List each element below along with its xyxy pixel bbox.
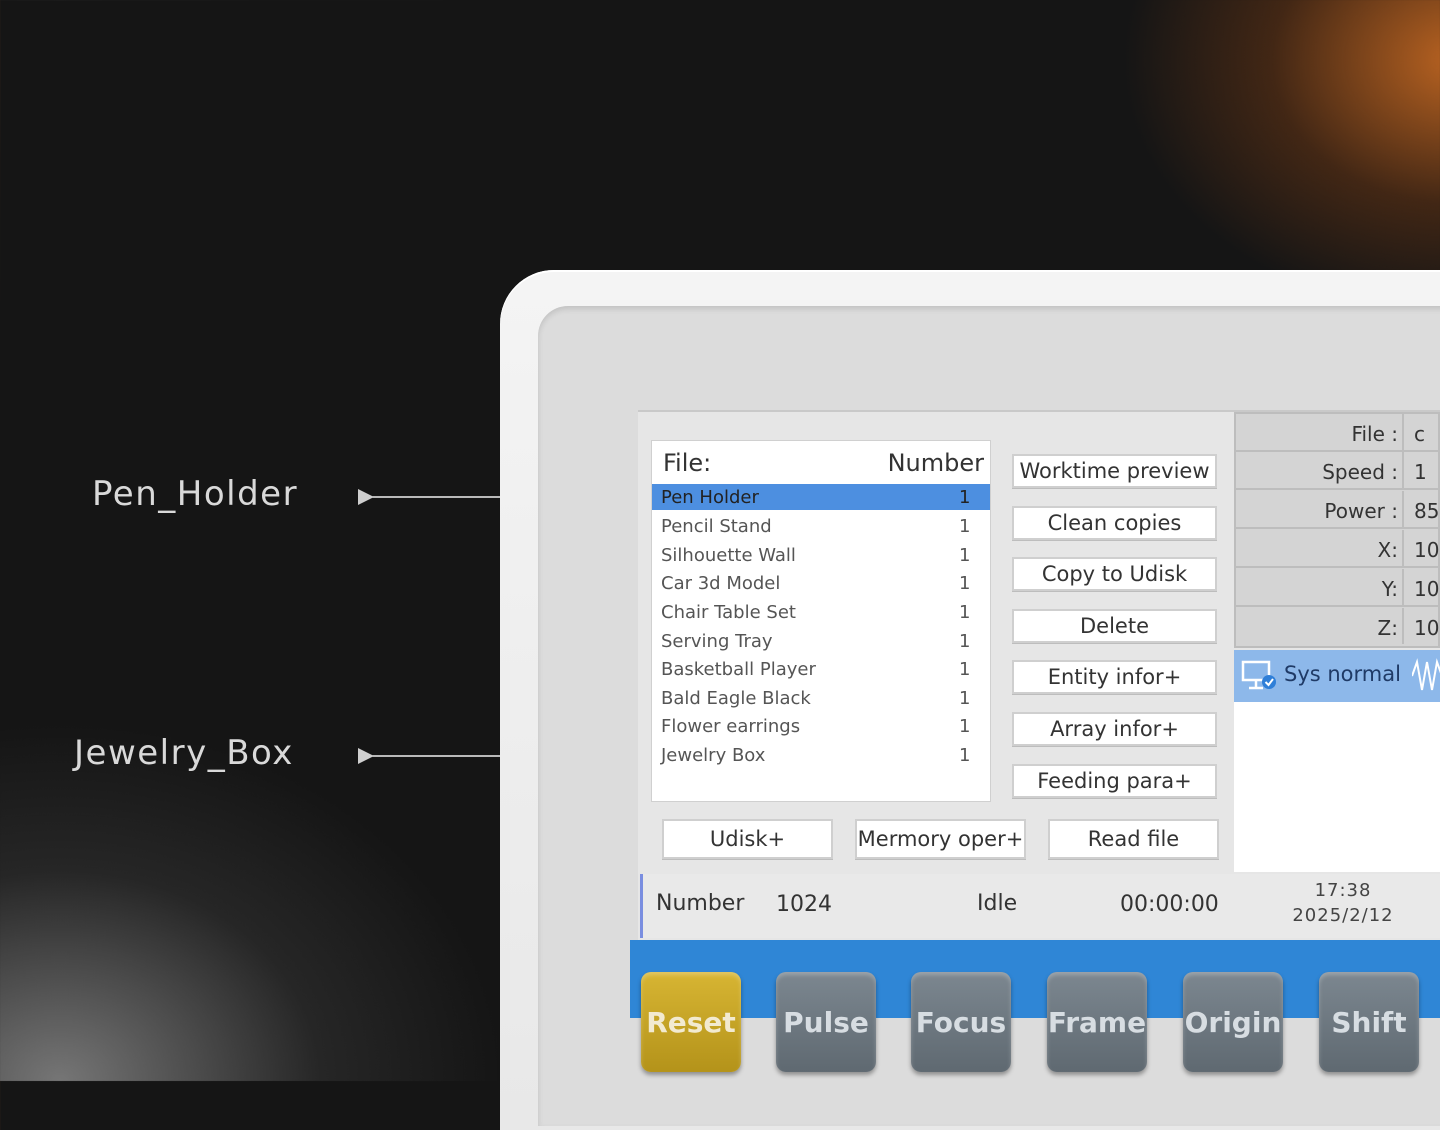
info-row-power: Power : 85 <box>1236 491 1440 529</box>
info-label: Y: <box>1381 577 1398 601</box>
file-count: 1 <box>959 659 971 680</box>
info-label: Power : <box>1324 499 1398 523</box>
udisk-button[interactable]: Udisk+ <box>662 819 833 859</box>
frame-key[interactable]: Frame <box>1047 972 1147 1072</box>
file-row[interactable]: Car 3d Model 1 <box>652 570 990 596</box>
status-number-label: Number <box>656 891 745 916</box>
status-timer: 00:00:00 <box>1120 892 1219 917</box>
key-label: Shift <box>1331 1006 1407 1039</box>
shift-key[interactable]: Shift <box>1319 972 1419 1072</box>
key-label: Reset <box>646 1006 736 1039</box>
copy-to-udisk-button[interactable]: Copy to Udisk <box>1012 557 1217 591</box>
file-list-header-file: File: <box>663 449 712 477</box>
file-row[interactable]: Pencil Stand 1 <box>652 513 990 539</box>
file-row-pen-holder[interactable]: Pen Holder 1 <box>652 484 990 510</box>
file-row-jewelry-box[interactable]: Jewelry Box 1 <box>652 742 990 768</box>
file-name: Silhouette Wall <box>661 545 796 566</box>
status-bar: Number 1024 Idle 00:00:00 17:38 2025/2/1… <box>640 874 1440 938</box>
origin-key[interactable]: Origin <box>1183 972 1283 1072</box>
memory-oper-button[interactable]: Mermory oper+ <box>855 819 1026 859</box>
key-label: Pulse <box>783 1006 869 1039</box>
file-name: Bald Eagle Black <box>661 688 811 709</box>
file-name: Pen Holder <box>661 487 759 508</box>
sys-status-text: Sys normal <box>1284 662 1401 686</box>
key-label: Focus <box>915 1006 1007 1039</box>
file-name: Serving Tray <box>661 631 773 652</box>
info-divider <box>1402 452 1404 488</box>
info-row-file: File : c <box>1236 414 1440 452</box>
status-number-value: 1024 <box>776 892 832 917</box>
callout-label-jewelry-box: Jewelry_Box <box>74 733 294 773</box>
file-count: 1 <box>959 688 971 709</box>
entity-info-button[interactable]: Entity infor+ <box>1012 660 1217 694</box>
feeding-para-button[interactable]: Feeding para+ <box>1012 764 1217 798</box>
key-label: Origin <box>1184 1006 1282 1039</box>
waveform-icon <box>1412 658 1440 691</box>
info-divider <box>1402 491 1404 527</box>
file-name: Chair Table Set <box>661 602 796 623</box>
file-count: 1 <box>959 516 971 537</box>
info-value: 1 <box>1414 460 1427 484</box>
file-name: Flower earrings <box>661 716 801 737</box>
info-row-y: Y: 10 <box>1236 569 1440 607</box>
key-label: Frame <box>1047 1006 1147 1039</box>
file-count: 1 <box>959 602 971 623</box>
read-file-button[interactable]: Read file <box>1048 819 1219 859</box>
info-divider <box>1402 414 1404 450</box>
info-value: 10 <box>1414 538 1440 562</box>
file-name: Basketball Player <box>661 659 816 680</box>
info-row-z: Z: 10 <box>1236 608 1440 646</box>
clean-copies-button[interactable]: Clean copies <box>1012 506 1217 540</box>
file-list-header-number: Number <box>887 449 984 477</box>
callout-label-pen-holder: Pen_Holder <box>92 474 299 514</box>
sys-status-bar: Sys normal <box>1234 650 1440 702</box>
file-name: Pencil Stand <box>661 516 772 537</box>
array-info-button[interactable]: Array infor+ <box>1012 712 1217 746</box>
info-value: 10 <box>1414 616 1440 640</box>
file-row[interactable]: Chair Table Set 1 <box>652 599 990 625</box>
file-list: File: Number Pen Holder 1 Pencil Stand 1… <box>651 440 991 802</box>
info-value: 10 <box>1414 577 1440 601</box>
machine-info-panel: File : c Speed : 1 Power : 85 X: 10 Y: 1… <box>1234 412 1440 648</box>
file-count: 1 <box>959 573 971 594</box>
file-count: 1 <box>959 545 971 566</box>
reset-key[interactable]: Reset <box>641 972 741 1072</box>
info-divider <box>1402 608 1404 644</box>
status-time: 17:38 <box>1314 880 1372 901</box>
status-state: Idle <box>977 891 1018 916</box>
worktime-preview-button[interactable]: Worktime preview <box>1012 454 1217 488</box>
file-name: Jewelry Box <box>661 745 766 766</box>
delete-button[interactable]: Delete <box>1012 609 1217 643</box>
info-row-x: X: 10 <box>1236 530 1440 568</box>
file-count: 1 <box>959 631 971 652</box>
file-row[interactable]: Flower earrings 1 <box>652 713 990 739</box>
pulse-key[interactable]: Pulse <box>776 972 876 1072</box>
file-row[interactable]: Silhouette Wall 1 <box>652 542 990 568</box>
file-count: 1 <box>959 487 971 508</box>
file-name: Car 3d Model <box>661 573 781 594</box>
file-row[interactable]: Bald Eagle Black 1 <box>652 685 990 711</box>
file-count: 1 <box>959 716 971 737</box>
info-divider <box>1402 530 1404 566</box>
sys-message-area <box>1234 702 1440 872</box>
info-label: File : <box>1351 422 1398 446</box>
file-count: 1 <box>959 745 971 766</box>
info-label: Speed : <box>1322 460 1398 484</box>
file-row[interactable]: Serving Tray 1 <box>652 628 990 654</box>
status-date: 2025/2/12 <box>1292 905 1394 926</box>
monitor-check-icon <box>1241 660 1276 690</box>
info-row-speed: Speed : 1 <box>1236 452 1440 490</box>
file-row[interactable]: Basketball Player 1 <box>652 656 990 682</box>
info-label: X: <box>1377 538 1398 562</box>
info-value: 85 <box>1414 499 1440 523</box>
focus-key[interactable]: Focus <box>911 972 1011 1072</box>
info-divider <box>1402 569 1404 605</box>
info-value: c <box>1414 422 1425 446</box>
info-label: Z: <box>1377 616 1398 640</box>
